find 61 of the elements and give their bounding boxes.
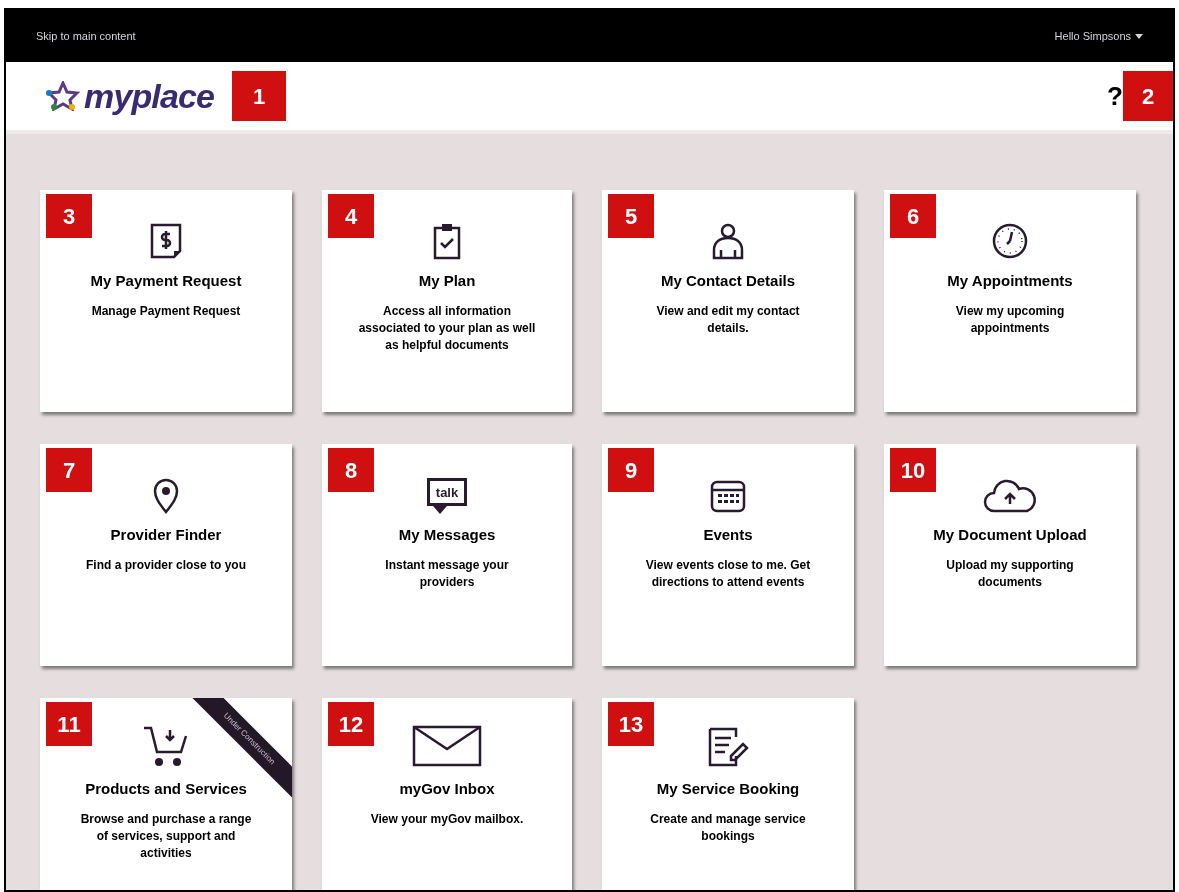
tile-card[interactable]: 7 Provider Finder Find a provider close to you xyxy=(40,444,292,666)
help-button[interactable]: ? xyxy=(1107,76,1123,116)
logo-link[interactable]: myplace xyxy=(46,70,215,122)
star-logo-icon xyxy=(46,81,80,111)
tile-description: Manage Payment Request xyxy=(91,302,241,320)
tile-card[interactable]: 5 My Contact Details View and edit my contact details. xyxy=(602,190,854,412)
callout-number: 2 xyxy=(1123,71,1173,121)
tile-title: myGov Inbox xyxy=(399,779,495,799)
tile-description: View my upcoming appointments xyxy=(954,302,1066,337)
callout-number: 13 xyxy=(608,702,654,746)
clipboard-check-icon xyxy=(432,222,462,260)
document-pen-icon xyxy=(707,726,749,768)
tile-title: My Contact Details xyxy=(660,271,796,291)
callout-number: 6 xyxy=(890,194,936,238)
cloud-upload-icon xyxy=(982,478,1038,514)
caret-icon xyxy=(1135,33,1143,39)
envelope-icon xyxy=(411,724,483,768)
tile-description: View your myGov mailbox. xyxy=(370,810,524,828)
clock-icon xyxy=(991,222,1029,260)
callout-number: 11 xyxy=(46,702,92,746)
tile-card[interactable]: 13 My Service Booking Create and manage service bookings xyxy=(602,698,854,890)
tile-description: View and edit my contact details. xyxy=(655,302,801,337)
callout-number: 5 xyxy=(608,194,654,238)
tile-card[interactable]: 8 talk My Messages Instant message your providers xyxy=(322,444,572,666)
callout-number: 3 xyxy=(46,194,92,238)
tile-description: Access all information associated to your plan as well as helpful documents xyxy=(357,302,537,354)
tile-title: Provider Finder xyxy=(110,525,222,545)
tile-description: Find a provider close to you xyxy=(86,556,246,574)
tile-description: View events close to me. Get directions to attend events xyxy=(644,556,812,591)
tile-description: Create and manage service bookings xyxy=(649,810,807,845)
tile-title: My Document Upload xyxy=(933,525,1087,545)
shopping-cart-icon xyxy=(142,724,190,768)
skip-link[interactable]: Skip to main content xyxy=(36,27,136,45)
tile-title: My Messages xyxy=(398,525,496,545)
map-pin-icon xyxy=(152,478,180,514)
callout-number: 10 xyxy=(890,448,936,492)
tile-description: Browse and purchase a range of services, support and activities xyxy=(79,810,253,862)
tile-card[interactable]: 9 Events View events close to me. Get directions to attend events xyxy=(602,444,854,666)
tile-title: My Plan xyxy=(418,271,476,291)
tile-description: Upload my supporting documents xyxy=(945,556,1075,591)
tile-title: Events xyxy=(703,525,753,545)
callout-number: 4 xyxy=(328,194,374,238)
callout-number: 12 xyxy=(328,702,374,746)
tile-title: My Appointments xyxy=(947,271,1073,291)
tile-card[interactable]: 12 myGov Inbox View your myGov mailbox. xyxy=(322,698,572,890)
tile-title: Products and Services xyxy=(85,779,247,799)
person-icon xyxy=(710,222,746,260)
tile-card[interactable]: 6 My Appointments View my upcoming appointments xyxy=(884,190,1136,412)
callout-number: 9 xyxy=(608,448,654,492)
callout-number: 7 xyxy=(46,448,92,492)
tile-card[interactable]: 4 My Plan Access all information associated to your plan as well as helpful documents xyxy=(322,190,572,412)
tile-title: My Service Booking xyxy=(656,779,800,799)
document-dollar-icon xyxy=(149,222,183,260)
tile-card[interactable]: 10 My Document Upload Upload my supporting documents xyxy=(884,444,1136,666)
tile-title: My Payment Request xyxy=(90,271,242,291)
callout-number: 1 xyxy=(232,71,287,121)
tile-description: Instant message your providers xyxy=(384,556,510,591)
user-menu[interactable]: Hello Simpsons xyxy=(1054,27,1143,45)
calendar-icon xyxy=(709,478,747,514)
tile-card[interactable]: 3 My Payment Request Manage Payment Request xyxy=(40,190,292,412)
callout-number: 8 xyxy=(328,448,374,492)
